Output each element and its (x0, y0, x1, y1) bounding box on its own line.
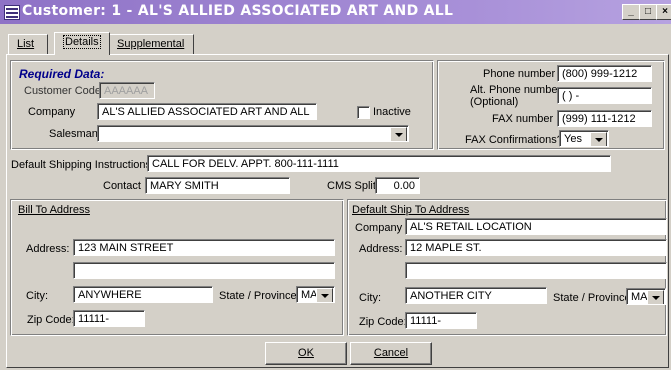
bill-to-address1-field[interactable]: 123 MAIN STREET (73, 239, 335, 256)
bill-to-address2-field[interactable] (73, 262, 335, 279)
tab-supplemental[interactable]: Supplemental (108, 34, 194, 54)
fax-confirmations-label: FAX Confirmations? (465, 134, 563, 146)
customer-code-field: AAAAAA (99, 82, 155, 99)
customer-window: Customer: 1 - AL'S ALLIED ASSOCIATED ART… (0, 0, 671, 370)
ship-to-city-label: City: (359, 292, 381, 304)
inactive-checkbox[interactable] (357, 106, 370, 119)
ship-to-state-label: State / Province: (553, 292, 634, 304)
tab-supplemental-label: Supplemental (117, 38, 185, 50)
ship-to-zip-field[interactable]: 11111- (405, 312, 477, 329)
ship-to-zip-label: Zip Code: (359, 316, 407, 328)
phone-field[interactable]: (800) 999-1212 (557, 65, 652, 82)
alt-phone-field[interactable]: ( ) - (557, 87, 652, 104)
tab-list-label: List (17, 38, 35, 50)
shipping-instructions-field[interactable]: CALL FOR DELV. APPT. 800-111-1111 (147, 155, 611, 172)
customer-code-label: Customer Code (24, 85, 102, 97)
ship-to-address2-field[interactable] (405, 262, 667, 279)
ship-to-state-value: MA (631, 291, 648, 303)
tab-details-label: Details (63, 35, 101, 49)
ship-to-city-field[interactable]: ANOTHER CITY (405, 287, 547, 304)
bill-to-address-label: Address: (26, 243, 70, 255)
phone-label: Phone number (483, 68, 556, 80)
ship-to-address1-field[interactable]: 12 MAPLE ST. (405, 239, 667, 256)
ship-to-title: Default Ship To Address (352, 204, 470, 216)
salesman-dropdown-button[interactable] (390, 127, 407, 141)
cancel-button-label: Cancel (373, 347, 409, 359)
required-data-header: Required Data: (19, 67, 105, 81)
maximize-button[interactable]: □ (639, 4, 657, 20)
shipping-instructions-label: Default Shipping Instructions (11, 159, 152, 171)
ship-to-state-select[interactable]: MA (626, 288, 666, 305)
bill-to-state-label: State / Province: (219, 290, 300, 302)
minimize-button[interactable]: _ (622, 4, 640, 20)
salesman-select[interactable] (97, 125, 409, 142)
app-table-icon (4, 5, 20, 20)
bill-to-city-field[interactable]: ANYWHERE (73, 286, 213, 303)
bill-to-zip-field[interactable]: 11111- (73, 310, 145, 327)
title-bar[interactable]: Customer: 1 - AL'S ALLIED ASSOCIATED ART… (0, 0, 671, 24)
tab-details[interactable]: Details (54, 32, 110, 55)
ok-button-label: OK (298, 347, 314, 359)
fax-confirmations-select[interactable]: Yes (559, 130, 609, 147)
ship-to-company-field[interactable]: AL'S RETAIL LOCATION (405, 218, 667, 235)
salesman-label: Salesman (49, 128, 98, 140)
inactive-label: Inactive (373, 106, 411, 118)
bill-to-state-select[interactable]: MA (296, 286, 335, 303)
contact-label: Contact (103, 180, 141, 192)
ship-to-address-label: Address: (359, 243, 403, 255)
fax-label: FAX number (492, 113, 554, 125)
close-button[interactable]: × (656, 4, 671, 20)
fax-confirmations-value: Yes (564, 133, 582, 145)
alt-phone-optional-label: (Optional) (470, 96, 519, 108)
cancel-button[interactable]: Cancel (350, 342, 432, 365)
ship-to-state-dropdown-button[interactable] (647, 290, 664, 304)
fax-field[interactable]: (999) 111-1212 (557, 110, 652, 127)
bill-to-city-label: City: (26, 290, 48, 302)
alt-phone-label: Alt. Phone number (470, 84, 562, 96)
window-title: Customer: 1 - AL'S ALLIED ASSOCIATED ART… (22, 3, 454, 19)
bill-to-title: Bill To Address (18, 204, 90, 216)
tab-list[interactable]: List (8, 34, 48, 54)
cms-split-label: CMS Split (327, 180, 376, 192)
company-field[interactable]: AL'S ALLIED ASSOCIATED ART AND ALL (97, 103, 317, 120)
bill-to-zip-label: Zip Code: (27, 314, 75, 326)
company-label: Company (28, 106, 76, 118)
contact-field[interactable]: MARY SMITH (145, 177, 290, 194)
ok-button[interactable]: OK (265, 342, 347, 365)
cms-split-field[interactable]: 0.00 (375, 177, 420, 194)
fax-confirmations-dropdown-button[interactable] (590, 132, 607, 146)
bill-to-state-dropdown-button[interactable] (316, 288, 333, 302)
ship-to-company-label: Company (355, 222, 403, 234)
